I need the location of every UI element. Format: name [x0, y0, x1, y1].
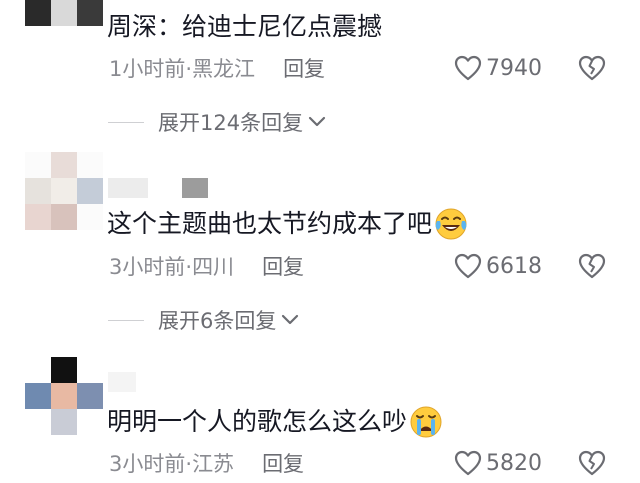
dislike-button[interactable] [578, 253, 606, 283]
like-button[interactable]: 6618 [454, 253, 542, 279]
comment-location: 江苏 [192, 452, 235, 476]
comment-text: 这个主题曲也太节约成本了吧 [107, 206, 468, 242]
avatar[interactable] [25, 152, 103, 230]
username-placeholder[interactable] [108, 372, 136, 392]
dislike-button[interactable] [578, 450, 606, 480]
like-count: 6618 [486, 253, 542, 279]
divider-line [108, 319, 144, 321]
comment-meta: 1小时前 · 黑龙江 回复 [109, 55, 325, 83]
heart-outline-icon [454, 253, 482, 279]
broken-heart-icon [578, 55, 606, 81]
expand-replies-label: 展开6条回复 [158, 309, 277, 333]
expand-replies-button[interactable]: 展开6条回复 [108, 305, 300, 335]
like-count: 5820 [486, 450, 542, 476]
dislike-button[interactable] [578, 55, 606, 85]
expand-replies-button[interactable]: 展开124条回复 [108, 107, 327, 137]
comment-text: 周深：给迪士尼亿点震撼 [107, 12, 383, 41]
comment-time: 1小时前 [109, 57, 186, 81]
comment-location: 黑龙江 [192, 57, 256, 81]
heart-outline-icon [454, 55, 482, 81]
comment-location: 四川 [192, 255, 235, 279]
reply-button[interactable]: 回复 [262, 450, 304, 478]
chevron-down-icon [308, 116, 326, 127]
username-placeholder[interactable] [108, 178, 208, 198]
tears-of-joy-emoji [435, 208, 467, 240]
broken-heart-icon [578, 450, 606, 476]
crying-emoji [410, 406, 442, 438]
comment-meta: 3小时前 · 四川 回复 [109, 253, 304, 281]
comment-time: 3小时前 [109, 452, 186, 476]
chevron-down-icon [282, 314, 299, 325]
comment-meta: 3小时前 · 江苏 回复 [109, 450, 304, 478]
reply-button[interactable]: 回复 [283, 55, 325, 83]
like-count: 7940 [486, 55, 542, 81]
expand-replies-label: 展开124条回复 [158, 111, 304, 135]
meta-separator: · [185, 57, 193, 81]
avatar[interactable] [25, 0, 103, 26]
comment-text: 明明一个人的歌怎么这么吵 [107, 404, 443, 440]
avatar[interactable] [25, 357, 103, 435]
broken-heart-icon [578, 253, 606, 279]
heart-outline-icon [454, 450, 482, 476]
meta-separator: · [185, 255, 193, 279]
reply-button[interactable]: 回复 [262, 253, 304, 281]
like-button[interactable]: 7940 [454, 55, 542, 81]
like-button[interactable]: 5820 [454, 450, 542, 476]
divider-line [108, 121, 144, 123]
meta-separator: · [185, 452, 193, 476]
comment-time: 3小时前 [109, 255, 186, 279]
